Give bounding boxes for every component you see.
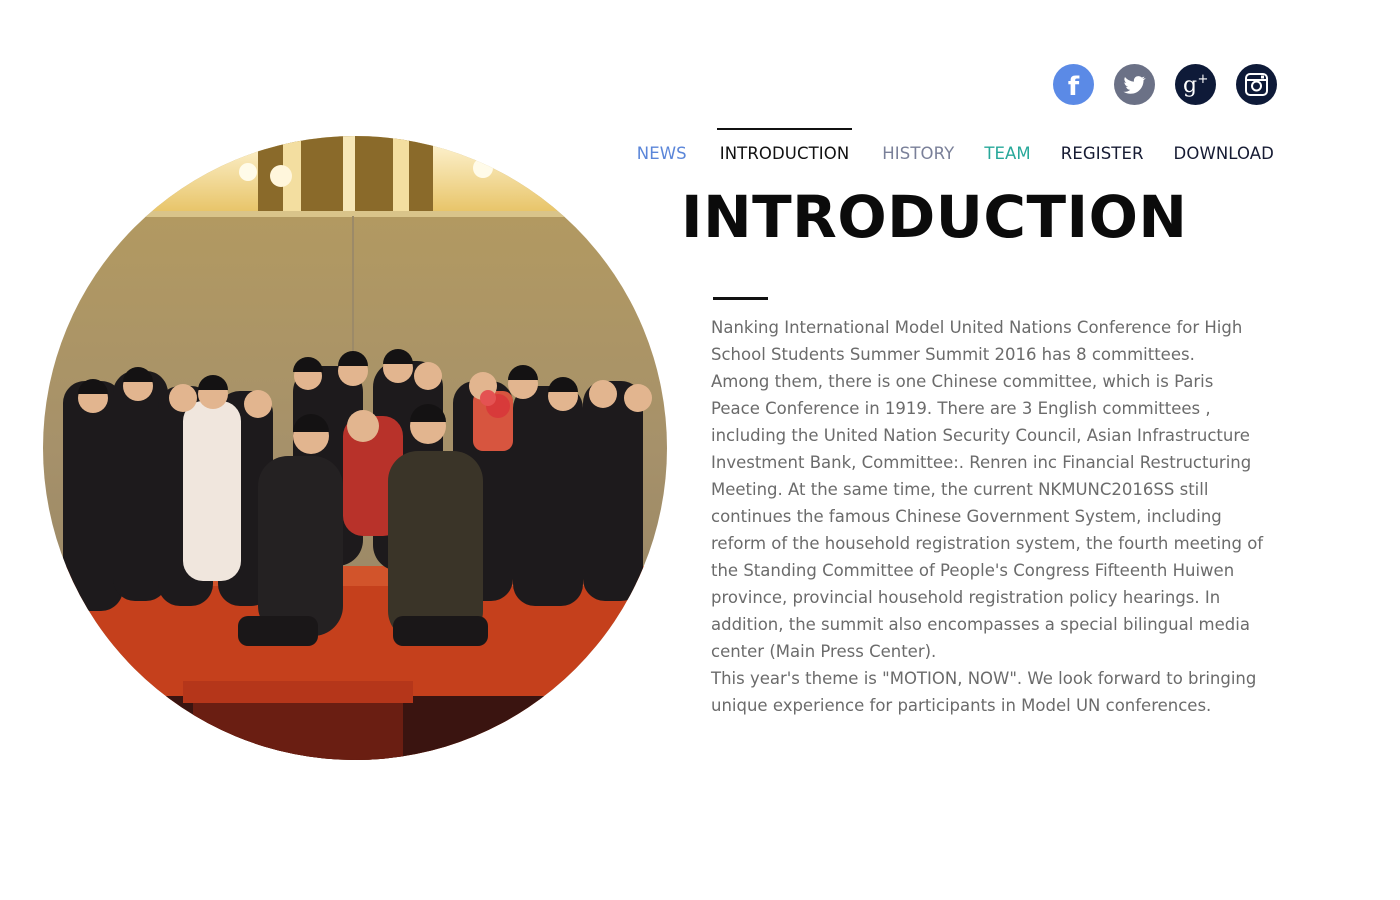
nav-team[interactable]: TEAM: [984, 128, 1030, 163]
nav-history[interactable]: HISTORY: [882, 128, 954, 163]
intro-body: Nanking International Model United Natio…: [711, 314, 1267, 719]
svg-text:+: +: [1198, 72, 1209, 87]
instagram-icon[interactable]: [1236, 64, 1277, 105]
google-plus-glyph: g +: [1183, 72, 1209, 98]
page-title: INTRODUCTION: [681, 183, 1188, 251]
instagram-glyph: [1245, 73, 1268, 96]
social-links: f g +: [1053, 64, 1277, 105]
nav-introduction[interactable]: INTRODUCTION: [716, 128, 853, 163]
twitter-bird-glyph: [1123, 76, 1146, 94]
nav-register[interactable]: REGISTER: [1061, 128, 1144, 163]
intro-paragraph: Among them, there is one Chinese committ…: [711, 372, 1264, 661]
twitter-icon[interactable]: [1114, 64, 1155, 105]
intro-paragraph: Nanking International Model United Natio…: [711, 318, 1243, 364]
facebook-letter: f: [1068, 72, 1080, 102]
intro-paragraph: This year's theme is "MOTION, NOW". We l…: [711, 669, 1257, 715]
group-photo: [43, 136, 667, 760]
svg-text:g: g: [1183, 73, 1197, 98]
facebook-glyph: f: [1068, 72, 1080, 102]
nav-news[interactable]: NEWS: [637, 128, 687, 163]
facebook-icon[interactable]: f: [1053, 64, 1094, 105]
nav-download[interactable]: DOWNLOAD: [1174, 128, 1274, 163]
google-plus-icon[interactable]: g +: [1175, 64, 1216, 105]
heading-divider: [713, 297, 768, 300]
group-photo-illustration: [43, 136, 667, 760]
main-nav: NEWS INTRODUCTION HISTORY TEAM REGISTER …: [637, 128, 1274, 163]
